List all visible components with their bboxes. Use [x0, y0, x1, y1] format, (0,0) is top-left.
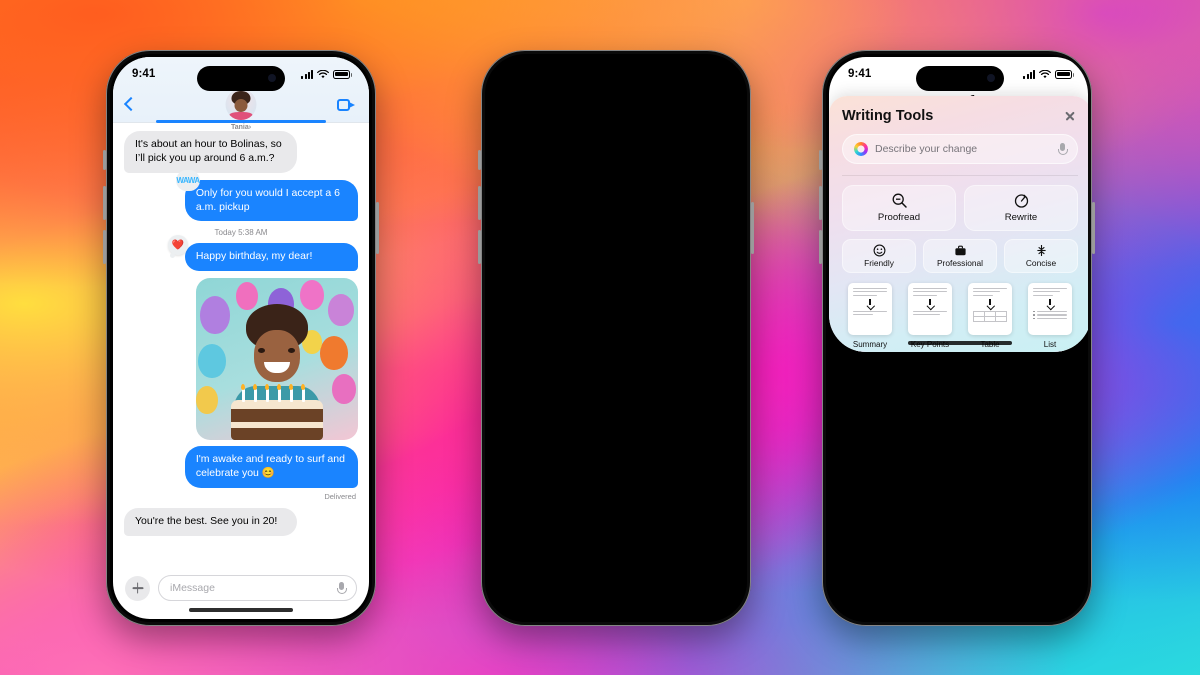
cellular-signal-icon — [1023, 69, 1035, 79]
message-bubble[interactable]: I'm awake and ready to surf and celebrat… — [184, 446, 358, 489]
concise-button[interactable]: Concise — [1004, 238, 1078, 273]
tapback-sticker[interactable]: WAWA — [176, 169, 200, 191]
mute-switch[interactable] — [819, 150, 822, 170]
proofread-magnifier-icon — [892, 193, 907, 208]
volume-down-button[interactable] — [103, 230, 106, 264]
key-points-button[interactable]: Key Points — [904, 282, 956, 349]
writing-tools-title: Writing Tools — [842, 107, 934, 124]
describe-change-placeholder: Describe your change — [875, 142, 978, 155]
birthday-genmoji-image[interactable] — [196, 278, 358, 441]
friendly-button[interactable]: Friendly — [842, 238, 916, 273]
back-chevron-icon[interactable] — [123, 96, 139, 112]
smiley-icon — [873, 244, 885, 257]
table-doc-icon — [968, 282, 1012, 335]
key-points-doc-icon — [908, 282, 952, 335]
close-icon[interactable] — [1062, 108, 1078, 124]
proofread-label: Proofread — [877, 212, 921, 224]
imessage-input[interactable]: iMessage — [158, 575, 357, 601]
volume-up-button[interactable] — [103, 186, 106, 220]
volume-down-button[interactable] — [478, 230, 481, 264]
rewrite-label: Rewrite — [1004, 212, 1038, 224]
doc-actions-row: Summary Key Points — [842, 282, 1078, 349]
mute-switch[interactable] — [478, 150, 481, 170]
plus-icon[interactable] — [125, 575, 150, 601]
message-bubble[interactable]: You're the best. See you in 20! — [124, 508, 298, 536]
mute-switch[interactable] — [103, 150, 106, 170]
imessage-placeholder: iMessage — [170, 582, 215, 594]
message-bubble[interactable]: It's about an hour to Bolinas, so I’ll p… — [124, 131, 298, 173]
professional-button[interactable]: Professional — [923, 238, 997, 273]
status-time: 9:41 — [132, 68, 156, 80]
rewrite-clock-icon — [1014, 194, 1028, 208]
proofread-button[interactable]: Proofread — [842, 184, 956, 231]
messages-screen: 9:41 Tania› It's about an hour to Bolina… — [113, 57, 369, 619]
list-button[interactable]: List — [1024, 282, 1076, 349]
tone-actions-row: Friendly Professional Concise — [842, 238, 1078, 273]
cellular-signal-icon — [301, 69, 313, 79]
concise-label: Concise — [1025, 257, 1057, 268]
home-indicator[interactable] — [189, 608, 293, 612]
table-button[interactable]: Table — [964, 282, 1016, 349]
summary-label: Summary — [852, 339, 888, 349]
summary-doc-icon — [848, 282, 892, 335]
professional-label: Professional — [936, 257, 984, 268]
volume-up-button[interactable] — [819, 186, 822, 220]
message-list[interactable]: It's about an hour to Bolinas, so I’ll p… — [113, 123, 369, 567]
list-label: List — [1043, 339, 1057, 349]
dynamic-island — [916, 66, 1004, 91]
rewrite-button[interactable]: Rewrite — [964, 184, 1078, 231]
list-doc-icon — [1028, 282, 1072, 335]
message-timestamp: Today 5:38 AM — [214, 228, 268, 238]
writing-tools-header: Writing Tools — [842, 108, 1078, 124]
writing-tools-panel: Writing Tools Describe your change Proof… — [829, 95, 1088, 352]
summary-button[interactable]: Summary — [844, 282, 896, 349]
microphone-icon[interactable] — [337, 582, 347, 594]
briefcase-icon — [954, 245, 966, 255]
apple-intelligence-orb-icon — [854, 141, 868, 156]
microphone-icon[interactable] — [1058, 142, 1068, 155]
avatar[interactable] — [225, 89, 257, 120]
safari-webpage-screen: 9:41 Luis Coderque Wedding Photography — [829, 57, 1088, 352]
delivered-status: Delivered — [324, 492, 356, 502]
message-bubble[interactable]: Only for you would I accept a 6 a.m. pic… — [184, 179, 358, 222]
message-bubble[interactable]: Happy birthday, my dear! — [184, 243, 358, 272]
friendly-label: Friendly — [864, 257, 894, 268]
power-button[interactable] — [1092, 202, 1095, 254]
status-time: 9:41 — [848, 68, 872, 80]
describe-change-input[interactable]: Describe your change — [842, 133, 1078, 164]
volume-down-button[interactable] — [819, 230, 822, 264]
dynamic-island — [197, 66, 285, 91]
home-indicator[interactable] — [908, 340, 1012, 345]
battery-icon — [333, 69, 353, 79]
phone-home-screen: 9:41 MONDAY 10 — [478, 50, 754, 626]
primary-actions-row: Proofread Rewrite — [842, 184, 1078, 231]
facetime-video-icon[interactable] — [337, 99, 355, 111]
battery-icon — [1055, 69, 1075, 79]
divider — [842, 174, 1078, 176]
phone-messages: 9:41 Tania› It's about an hour to Bolina… — [103, 50, 379, 626]
phone-writing-tools: 9:41 Luis Coderque Wedding Photography — [819, 50, 1095, 626]
concise-icon — [1036, 244, 1046, 256]
wifi-icon — [317, 69, 329, 78]
power-button[interactable] — [376, 202, 379, 254]
wifi-icon — [1039, 69, 1051, 78]
power-button[interactable] — [751, 202, 754, 254]
volume-up-button[interactable] — [478, 186, 481, 220]
